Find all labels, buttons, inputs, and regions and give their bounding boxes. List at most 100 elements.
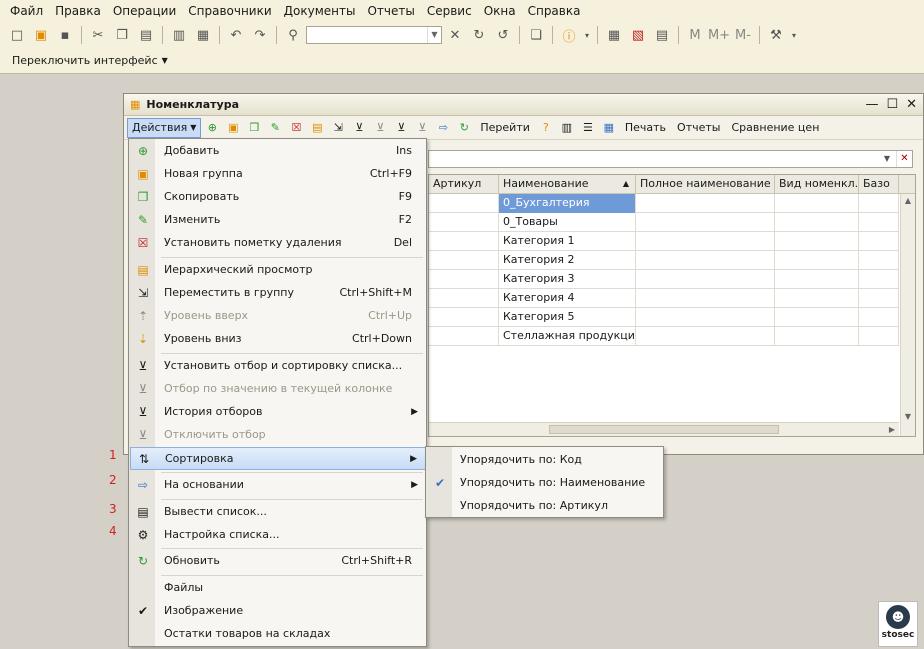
close-icon[interactable]: ✕ (906, 97, 917, 112)
disable-filter-icon[interactable]: ⊻ (412, 118, 432, 138)
horizontal-scrollbar[interactable]: ▶ (429, 422, 899, 436)
menu-service[interactable]: Сервис (421, 1, 478, 21)
table-cell[interactable]: Категория 1 (499, 232, 636, 251)
sort-by-code-item[interactable]: Упорядочить по: Код (427, 448, 663, 471)
table-cell[interactable]: Категория 5 (499, 308, 636, 327)
scroll-up-icon[interactable]: ▲ (901, 194, 915, 208)
scrollbar-thumb[interactable] (549, 425, 779, 434)
menu-item-sorting[interactable]: ⇅ Сортировка ▶ (130, 447, 426, 470)
print-icon[interactable]: ▥ (168, 24, 190, 46)
menu-item-filter-history[interactable]: ⊻ История отборов ▶ (130, 400, 426, 423)
chevron-down-icon[interactable]: ▾ (789, 24, 799, 46)
menu-item-move-to-group[interactable]: ⇲ Переместить в группу Ctrl+Shift+M (130, 281, 426, 304)
menu-documents[interactable]: Документы (278, 1, 362, 21)
menu-item-filter-by-value[interactable]: ⊻ Отбор по значению в текущей колонке (130, 377, 426, 400)
menu-edit[interactable]: Правка (49, 1, 107, 21)
table-cell[interactable] (429, 270, 499, 289)
table-row[interactable]: Категория 1 (429, 232, 899, 251)
table-cell[interactable] (775, 232, 859, 251)
table-cell[interactable] (636, 232, 775, 251)
column-article[interactable]: Артикул (429, 175, 499, 194)
actions-menu-button[interactable]: Действия ▼ (127, 117, 202, 138)
table-cell[interactable] (429, 327, 499, 346)
table-cell[interactable] (775, 194, 859, 213)
column-name[interactable]: Наименование ▲ (499, 175, 636, 194)
table-cell[interactable] (775, 270, 859, 289)
table-cell[interactable] (636, 270, 775, 289)
table-cell[interactable]: Категория 3 (499, 270, 636, 289)
scroll-down-icon[interactable]: ▼ (901, 410, 915, 424)
filter-field[interactable]: ▼ ✕ (428, 150, 913, 168)
copy-item-icon[interactable]: ❐ (244, 118, 264, 138)
table-cell[interactable]: 0_Товары (499, 213, 636, 232)
menu-item-stock-balance[interactable]: Остатки товаров на складах (130, 622, 426, 645)
table-row[interactable]: Категория 2 (429, 251, 899, 270)
chevron-down-icon[interactable]: ▼ (880, 151, 894, 167)
calculator-icon[interactable]: ▦ (603, 24, 625, 46)
menu-item-add[interactable]: ⊕ Добавить Ins (130, 139, 426, 162)
table-cell[interactable] (859, 327, 899, 346)
table-cell[interactable] (859, 213, 899, 232)
table-cell[interactable]: 0_Бухгалтерия (499, 194, 636, 213)
memory-m-button[interactable]: M (684, 24, 706, 46)
table-cell[interactable] (859, 270, 899, 289)
print-menu-button[interactable]: Печать (620, 121, 671, 134)
table-cell[interactable] (859, 232, 899, 251)
table-cell[interactable] (429, 289, 499, 308)
memory-plus-button[interactable]: M+ (708, 24, 730, 46)
undo-icon[interactable]: ↶ (225, 24, 247, 46)
table-cell[interactable] (775, 213, 859, 232)
clear-search-icon[interactable]: ✕ (444, 24, 466, 46)
move-to-group-icon[interactable]: ⇲ (328, 118, 348, 138)
column-item-type[interactable]: Вид номенкл... (775, 175, 859, 194)
new-document-icon[interactable]: □ (6, 24, 28, 46)
search-icon[interactable]: ⚲ (282, 24, 304, 46)
table-cell[interactable] (429, 308, 499, 327)
menu-reports[interactable]: Отчеты (361, 1, 420, 21)
vertical-scrollbar[interactable]: ▲ ▼ (900, 194, 915, 436)
clipboard-icon[interactable]: ▤ (651, 24, 673, 46)
menu-item-hierarchy-view[interactable]: ▤ Иерархический просмотр (130, 258, 426, 281)
filter-icon[interactable]: ⊻ (349, 118, 369, 138)
find-prev-icon[interactable]: ↺ (492, 24, 514, 46)
list-view-icon[interactable]: ☰ (578, 118, 598, 138)
info-icon[interactable]: ⓘ (558, 24, 580, 46)
table-cell[interactable] (636, 327, 775, 346)
table-cell[interactable]: Категория 2 (499, 251, 636, 270)
table-cell[interactable] (429, 194, 499, 213)
table-row[interactable]: 0_Бухгалтерия (429, 194, 899, 213)
table-cell[interactable] (859, 289, 899, 308)
table-cell[interactable] (775, 251, 859, 270)
print-preview-icon[interactable]: ▦ (192, 24, 214, 46)
menu-item-image[interactable]: ✔ Изображение (130, 599, 426, 622)
menu-item-level-down[interactable]: ⇣ Уровень вниз Ctrl+Down (130, 327, 426, 350)
table-cell[interactable] (775, 308, 859, 327)
menu-item-disable-filter[interactable]: ⊻ Отключить отбор (130, 423, 426, 446)
compare-prices-button[interactable]: Сравнение цен (726, 121, 824, 134)
menu-references[interactable]: Справочники (182, 1, 277, 21)
goto-menu-button[interactable]: Перейти (475, 121, 535, 134)
reports-menu-button[interactable]: Отчеты (672, 121, 725, 134)
table-cell[interactable] (775, 327, 859, 346)
find-next-icon[interactable]: ↻ (468, 24, 490, 46)
menu-item-mark-delete[interactable]: ☒ Установить пометку удаления Del (130, 231, 426, 254)
new-group-icon[interactable]: ▣ (223, 118, 243, 138)
table-row[interactable]: Категория 3 (429, 270, 899, 289)
filter-history-icon[interactable]: ⊻ (391, 118, 411, 138)
table-cell[interactable] (775, 289, 859, 308)
table-cell[interactable]: Категория 4 (499, 289, 636, 308)
table-cell[interactable] (636, 308, 775, 327)
redo-icon[interactable]: ↷ (249, 24, 271, 46)
menu-windows[interactable]: Окна (478, 1, 522, 21)
menu-item-level-up[interactable]: ⇡ Уровень вверх Ctrl+Up (130, 304, 426, 327)
column-base-unit[interactable]: Базо (859, 175, 899, 194)
table-row[interactable]: Категория 4 (429, 289, 899, 308)
menu-help[interactable]: Справка (522, 1, 587, 21)
copy-icon[interactable]: ❐ (111, 24, 133, 46)
menu-item-refresh[interactable]: ↻ Обновить Ctrl+Shift+R (130, 549, 426, 572)
table-cell[interactable] (859, 251, 899, 270)
sort-by-name-item[interactable]: ✔ Упорядочить по: Наименование (427, 471, 663, 494)
sort-by-article-item[interactable]: Упорядочить по: Артикул (427, 494, 663, 517)
table-row[interactable]: Категория 5 (429, 308, 899, 327)
menu-item-print-list[interactable]: ▤ Вывести список... (130, 500, 426, 523)
